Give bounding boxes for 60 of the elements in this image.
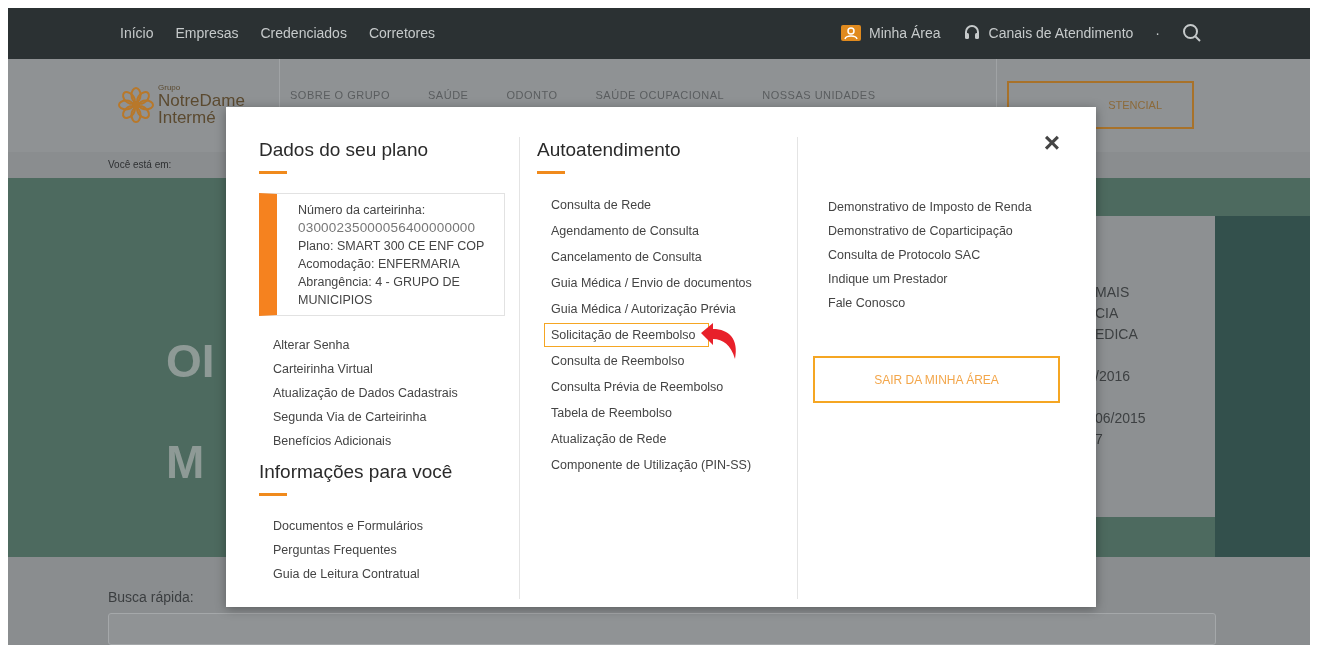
card-text: 06/2015 [1095, 408, 1147, 428]
menu-link[interactable]: Guia Médica / Envio de documentos [544, 271, 765, 295]
logo-text: Intermé [158, 109, 217, 127]
flower-logo-icon [118, 87, 154, 124]
breadcrumb-label: Você está em: [108, 159, 172, 171]
menu-link[interactable]: Carteirinha Virtual [273, 357, 373, 381]
menu-link[interactable]: Guia de Leitura Contratual [273, 562, 420, 586]
title-underline [259, 493, 287, 496]
menu-link[interactable]: Atualização de Rede [544, 427, 680, 451]
title-underline [537, 171, 565, 174]
title-underline [259, 171, 287, 174]
menu-link[interactable]: Agendamento de Consulta [544, 219, 713, 243]
section-title: Dados do seu plano [259, 138, 429, 162]
user-icon [840, 25, 861, 42]
support-link[interactable]: Canais de Atendimento [962, 24, 1134, 43]
card-text: Plano: SMART 300 CE ENF COP [298, 238, 486, 255]
card-text: Acomodação: ENFERMARIA [298, 256, 461, 273]
menu-link[interactable]: Tabela de Reembolso [544, 401, 685, 425]
menu-link[interactable]: Documentos e Formulários [273, 514, 424, 538]
separator-dot: · [1155, 25, 1160, 42]
menu-link[interactable]: Alterar Senha [273, 333, 350, 357]
menu-link[interactable]: Consulta Prévia de Reembolso [544, 375, 737, 399]
card-text: /2016 [1095, 366, 1132, 386]
menu-link[interactable]: Consulta de Protocolo SAC [828, 243, 981, 267]
menu-link[interactable]: Demonstrativo de Imposto de Renda [828, 195, 1032, 219]
menu-link[interactable]: Solicitação de Reembolso [544, 323, 709, 347]
menu-link[interactable]: Atualização de Dados Cadastrais [273, 381, 458, 405]
menu-link[interactable]: Indique um Prestador [828, 267, 948, 291]
menu-link[interactable]: Segunda Via de Carteirinha [273, 405, 427, 429]
hero-heading: M [166, 438, 205, 485]
card-text: EDICA [1095, 324, 1139, 344]
menu-link[interactable]: Consulta de Rede [544, 193, 665, 217]
menu-link[interactable]: Demonstrativo de Coparticipação [828, 219, 1013, 243]
nav-link[interactable]: Empresas [175, 25, 239, 42]
card-text: 7 [1095, 429, 1104, 449]
section-title: Informações para você [259, 460, 454, 484]
card-text: CIA [1095, 303, 1120, 323]
menu-link[interactable]: Consulta de Reembolso [544, 349, 698, 373]
logo-text: NotreDame [158, 92, 245, 110]
logo-caption: Grupo [158, 84, 182, 93]
nav-link[interactable]: Início [120, 25, 154, 42]
nav-link[interactable]: Corretores [368, 25, 436, 42]
menu-link[interactable]: Componente de Utilização (PIN-SS) [544, 453, 765, 477]
menu-link[interactable]: Fale Conosco [828, 291, 906, 315]
menu-link[interactable]: Guia Médica / Autorização Prévia [544, 297, 749, 321]
search-icon[interactable] [1182, 23, 1202, 44]
section-title: Autoatendimento [537, 138, 682, 162]
menu-link[interactable]: Cancelamento de Consulta [544, 245, 715, 269]
close-button[interactable]: × [1043, 129, 1060, 157]
card-text: Abrangência: 4 - GRUPO DE MUNICIPIOS [298, 274, 461, 309]
hero-heading: OI [166, 337, 215, 384]
nav-link[interactable]: Credenciados [260, 25, 347, 42]
search-field[interactable] [108, 613, 1216, 645]
card-text: MAIS [1095, 282, 1131, 302]
menu-link[interactable]: Perguntas Frequentes [273, 538, 397, 562]
my-area-link[interactable]: Minha Área [840, 25, 941, 42]
search-label: Busca rápida: [108, 589, 195, 605]
menu-link[interactable]: Benefícios Adicionais [273, 429, 392, 453]
card-number: 03000235000056400000000 [298, 219, 477, 237]
card-text: Número da carteirinha: [298, 202, 427, 219]
